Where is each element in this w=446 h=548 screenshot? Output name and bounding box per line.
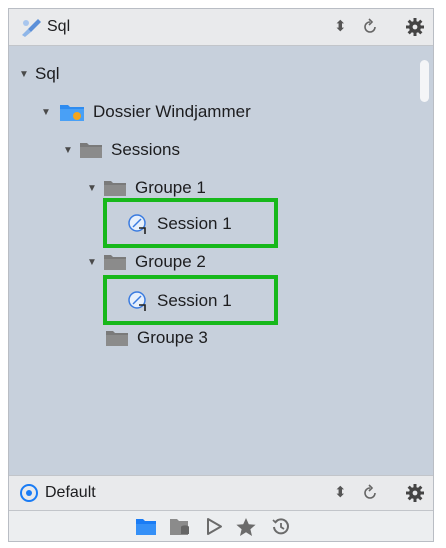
scrollbar-thumb[interactable] xyxy=(420,60,429,102)
folder-icon xyxy=(106,331,128,346)
refresh-icon[interactable] xyxy=(361,484,379,502)
bottom-toolbar xyxy=(9,511,433,541)
tree-node-label: Sessions xyxy=(111,140,180,159)
disclosure-triangle-icon[interactable]: ▼ xyxy=(39,107,53,118)
tree-node-label: Dossier Windjammer xyxy=(93,102,251,121)
database-icon[interactable] xyxy=(169,517,191,536)
target-icon xyxy=(20,484,38,502)
profile-bar: Default ⬍ xyxy=(9,475,433,511)
stepper-icon[interactable]: ⬍ xyxy=(334,19,347,35)
disclosure-triangle-icon[interactable]: ▼ xyxy=(61,145,75,156)
tree-node-project[interactable]: ▼ Dossier Windjammer xyxy=(39,100,251,124)
tree-node-label: Groupe 3 xyxy=(137,328,208,347)
disclosure-triangle-icon[interactable]: ▼ xyxy=(85,257,99,268)
tree-node-root[interactable]: ▼ Sql xyxy=(17,62,60,86)
sql-panel: Sql ⬍ ▼ Sql ▼ Dossier Windjammer ▼ Sessi… xyxy=(8,8,434,542)
gear-icon[interactable] xyxy=(405,17,425,37)
folder-icon xyxy=(104,255,126,270)
tree-node-sessions[interactable]: ▼ Sessions xyxy=(61,138,180,162)
highlight-box-session-2a xyxy=(103,275,278,325)
tree-node-label: Groupe 1 xyxy=(135,178,206,197)
tree-node-group-2[interactable]: ▼ Groupe 2 xyxy=(85,250,206,274)
tree-node-label: Sql xyxy=(35,64,60,83)
project-folder-icon xyxy=(60,105,84,121)
tree-node-label: Groupe 2 xyxy=(135,252,206,271)
folder-icon xyxy=(104,181,126,196)
stepper-icon[interactable]: ⬍ xyxy=(334,485,347,501)
tree-node-group-3[interactable]: Groupe 3 xyxy=(105,326,208,350)
connection-tree: ▼ Sql ▼ Dossier Windjammer ▼ Sessions ▼ xyxy=(9,46,433,474)
star-icon[interactable] xyxy=(235,517,257,537)
highlight-box-session-1a xyxy=(103,198,278,248)
refresh-icon[interactable] xyxy=(361,18,379,36)
gear-icon[interactable] xyxy=(405,483,425,503)
disclosure-triangle-icon[interactable]: ▼ xyxy=(17,69,31,80)
panel-header: Sql ⬍ xyxy=(9,9,433,46)
folder-icon[interactable] xyxy=(135,517,157,536)
panel-title: Sql xyxy=(47,18,71,35)
profile-name[interactable]: Default xyxy=(45,484,96,502)
folder-icon xyxy=(80,143,102,158)
sql-pen-icon xyxy=(22,19,41,37)
disclosure-triangle-icon[interactable]: ▼ xyxy=(85,183,99,194)
tree-node-group-1[interactable]: ▼ Groupe 1 xyxy=(85,176,206,200)
history-icon[interactable] xyxy=(271,517,291,537)
play-icon[interactable] xyxy=(205,517,223,536)
